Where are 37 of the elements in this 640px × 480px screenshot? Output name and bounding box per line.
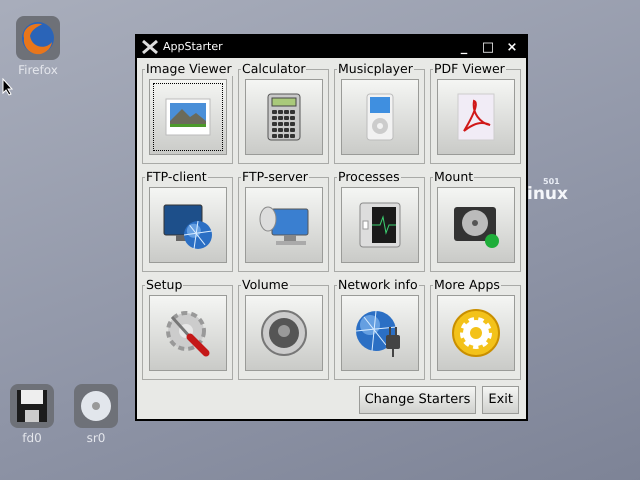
- starter-label: Processes: [337, 170, 401, 184]
- wallpaper-logo-text: inux: [527, 184, 568, 206]
- starter-button[interactable]: [244, 187, 322, 263]
- exit-button[interactable]: Exit: [482, 386, 519, 414]
- wallpaper-version-text: 501: [543, 176, 560, 186]
- starter-label: Musicplayer: [337, 62, 414, 76]
- starter-label: Calculator: [241, 62, 306, 76]
- starter-label: Volume: [241, 278, 290, 292]
- close-button[interactable]: ×: [502, 40, 522, 54]
- gear-icon: [450, 307, 502, 359]
- starter-button[interactable]: [148, 295, 226, 371]
- starter-label: FTP-client: [145, 170, 208, 184]
- starter-button[interactable]: [340, 187, 418, 263]
- desktop-icon-label: fd0: [22, 430, 42, 446]
- starter-label: More Apps: [433, 278, 501, 292]
- starter-button[interactable]: [436, 79, 514, 155]
- starter-label: Setup: [145, 278, 184, 292]
- starter-label: Image Viewer: [145, 62, 233, 76]
- starter-button[interactable]: [148, 79, 226, 155]
- starter-button[interactable]: [148, 187, 226, 263]
- desktop-icon-label: sr0: [86, 430, 106, 446]
- change-starters-button[interactable]: Change Starters: [358, 386, 476, 414]
- starter-label: FTP-server: [241, 170, 309, 184]
- maximize-button[interactable]: □: [478, 40, 498, 54]
- desktop-icon-label: Firefox: [18, 62, 58, 78]
- starter-button[interactable]: [340, 295, 418, 371]
- window-title: AppStarter: [163, 38, 224, 55]
- starter-button[interactable]: [244, 295, 322, 371]
- starter-button[interactable]: [436, 295, 514, 371]
- starter-label: Network info: [337, 278, 419, 292]
- starter-button[interactable]: [436, 187, 514, 263]
- starter-button[interactable]: [244, 79, 322, 155]
- starter-button[interactable]: [340, 79, 418, 155]
- minimize-button[interactable]: _: [454, 40, 474, 54]
- starter-label: Mount: [433, 170, 474, 184]
- mouse-cursor-icon: [2, 78, 14, 96]
- starter-label: PDF Viewer: [433, 62, 506, 76]
